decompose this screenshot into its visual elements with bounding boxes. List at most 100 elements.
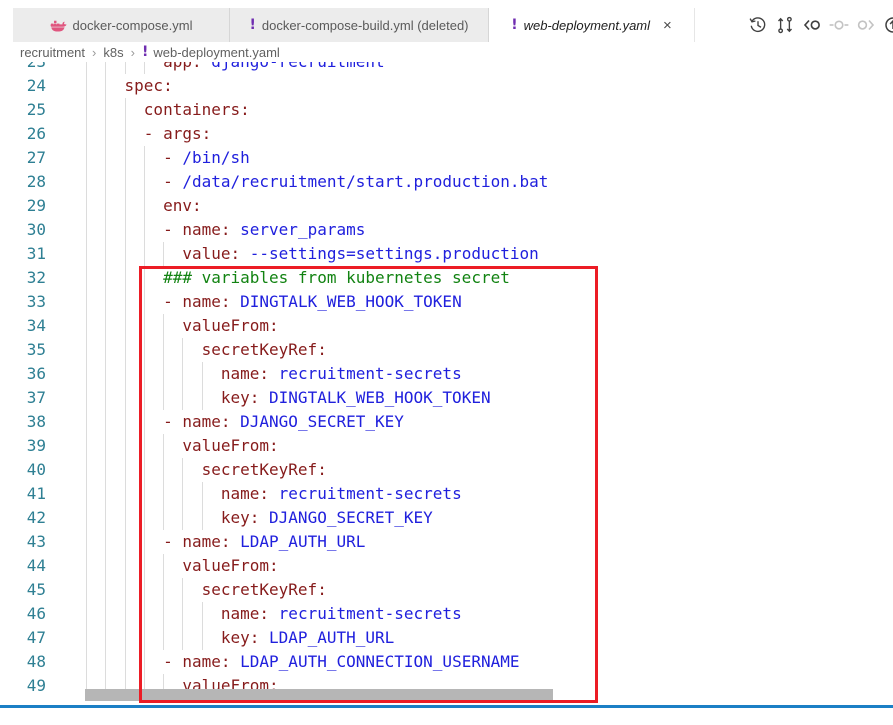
line-number[interactable]: 28: [0, 170, 46, 194]
tab-close-icon[interactable]: ×: [663, 18, 672, 33]
code-line[interactable]: 45 secretKeyRef:: [0, 578, 893, 602]
code-line[interactable]: 41 name: recruitment-secrets: [0, 482, 893, 506]
tab-1[interactable]: docker-compose.yml: [13, 8, 230, 42]
code-line[interactable]: 46 name: recruitment-secrets: [0, 602, 893, 626]
code-line[interactable]: 25 containers:: [0, 98, 893, 122]
compare-changes-icon[interactable]: [775, 15, 795, 35]
line-number[interactable]: 26: [0, 122, 46, 146]
code-line[interactable]: 31 value: --settings=settings.production: [0, 242, 893, 266]
line-number[interactable]: 23: [0, 62, 46, 74]
indent-guide: [105, 194, 106, 218]
indent-guide: [144, 482, 145, 506]
indent-guide: [182, 506, 183, 530]
code-line[interactable]: 43 - name: LDAP_AUTH_URL: [0, 530, 893, 554]
current-location-icon[interactable]: [829, 15, 849, 35]
indent-guide: [86, 194, 87, 218]
code-line[interactable]: 39 valueFrom:: [0, 434, 893, 458]
code-line[interactable]: 44 valueFrom:: [0, 554, 893, 578]
indent-guide: [182, 386, 183, 410]
line-number[interactable]: 32: [0, 266, 46, 290]
code-line[interactable]: 24 spec:: [0, 74, 893, 98]
code-line[interactable]: 36 name: recruitment-secrets: [0, 362, 893, 386]
indent-guide: [105, 314, 106, 338]
code-line-text: - /bin/sh: [86, 146, 250, 170]
indent-guide: [125, 386, 126, 410]
code-line[interactable]: 47 key: LDAP_AUTH_URL: [0, 626, 893, 650]
line-number[interactable]: 39: [0, 434, 46, 458]
code-editor[interactable]: 23 app: django-recruitment24 spec:25 con…: [0, 62, 893, 708]
line-number[interactable]: 34: [0, 314, 46, 338]
code-line-text: valueFrom:: [86, 434, 279, 458]
indent-guide: [86, 506, 87, 530]
timeline-icon[interactable]: [748, 15, 768, 35]
line-number[interactable]: 30: [0, 218, 46, 242]
tab-2[interactable]: !docker-compose-build.yml (deleted): [230, 8, 489, 42]
code-line-text: - name: DJANGO_SECRET_KEY: [86, 410, 404, 434]
indent-guide: [105, 482, 106, 506]
breadcrumb-label: recruitment: [20, 45, 85, 60]
indent-guide: [86, 602, 87, 626]
code-line[interactable]: 27 - /bin/sh: [0, 146, 893, 170]
line-number[interactable]: 33: [0, 290, 46, 314]
line-number[interactable]: 29: [0, 194, 46, 218]
indent-guide: [144, 194, 145, 218]
line-number[interactable]: 27: [0, 146, 46, 170]
code-line[interactable]: 42 key: DJANGO_SECRET_KEY: [0, 506, 893, 530]
line-number[interactable]: 35: [0, 338, 46, 362]
code-line[interactable]: 30 - name: server_params: [0, 218, 893, 242]
line-number[interactable]: 37: [0, 386, 46, 410]
line-number[interactable]: 25: [0, 98, 46, 122]
code-line[interactable]: 33 - name: DINGTALK_WEB_HOOK_TOKEN: [0, 290, 893, 314]
horizontal-scrollbar-thumb[interactable]: [85, 689, 553, 701]
window-bottom-border: [0, 705, 893, 708]
indent-guide: [144, 314, 145, 338]
line-number[interactable]: 40: [0, 458, 46, 482]
indent-guide: [105, 98, 106, 122]
indent-guide: [182, 602, 183, 626]
tab-3[interactable]: !web-deployment.yaml×: [489, 8, 695, 42]
indent-guide: [144, 146, 145, 170]
line-number[interactable]: 31: [0, 242, 46, 266]
line-number[interactable]: 42: [0, 506, 46, 530]
breadcrumb-separator: ›: [131, 45, 135, 60]
line-number[interactable]: 24: [0, 74, 46, 98]
indent-guide: [105, 650, 106, 674]
indent-guide: [202, 482, 203, 506]
indent-guide: [105, 362, 106, 386]
code-line[interactable]: 28 - /data/recruitment/start.production.…: [0, 170, 893, 194]
modified-exclamation-icon: !: [511, 17, 517, 33]
navigate-back-icon[interactable]: [802, 15, 822, 35]
line-number[interactable]: 38: [0, 410, 46, 434]
breadcrumb-item-recruitment[interactable]: recruitment: [20, 45, 85, 60]
code-line-text: name: recruitment-secrets: [86, 482, 462, 506]
indent-guide: [144, 218, 145, 242]
code-line[interactable]: 35 secretKeyRef:: [0, 338, 893, 362]
indent-guide: [86, 122, 87, 146]
code-line[interactable]: 34 valueFrom:: [0, 314, 893, 338]
line-number[interactable]: 44: [0, 554, 46, 578]
line-number[interactable]: 49: [0, 674, 46, 698]
line-number[interactable]: 36: [0, 362, 46, 386]
line-number[interactable]: 47: [0, 626, 46, 650]
line-number[interactable]: 48: [0, 650, 46, 674]
breadcrumb-item-web-deployment.yaml[interactable]: !web-deployment.yaml: [142, 44, 280, 60]
line-number[interactable]: 45: [0, 578, 46, 602]
indent-guide: [86, 338, 87, 362]
navigate-forward-icon[interactable]: [856, 15, 876, 35]
code-line[interactable]: 29 env:: [0, 194, 893, 218]
code-line[interactable]: 38 - name: DJANGO_SECRET_KEY: [0, 410, 893, 434]
circle-up-arrow-icon[interactable]: [883, 15, 893, 35]
indent-guide: [144, 602, 145, 626]
line-number[interactable]: 41: [0, 482, 46, 506]
code-line[interactable]: 32 ### variables from kubernetes secret: [0, 266, 893, 290]
code-line[interactable]: 26 - args:: [0, 122, 893, 146]
line-number[interactable]: 46: [0, 602, 46, 626]
code-line[interactable]: 23 app: django-recruitment: [0, 62, 893, 74]
breadcrumb-item-k8s[interactable]: k8s: [103, 45, 123, 60]
indent-guide: [182, 578, 183, 602]
code-line[interactable]: 48 - name: LDAP_AUTH_CONNECTION_USERNAME: [0, 650, 893, 674]
code-line[interactable]: 40 secretKeyRef:: [0, 458, 893, 482]
code-line[interactable]: 37 key: DINGTALK_WEB_HOOK_TOKEN: [0, 386, 893, 410]
code-line-text: key: DINGTALK_WEB_HOOK_TOKEN: [86, 386, 491, 410]
line-number[interactable]: 43: [0, 530, 46, 554]
